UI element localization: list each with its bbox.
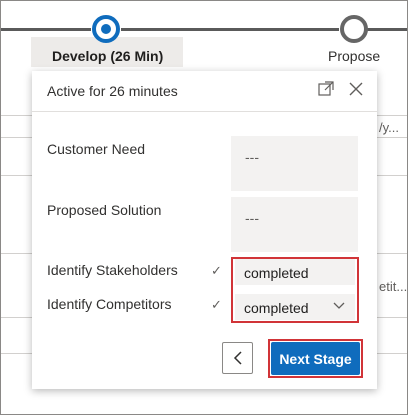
identify-competitors-value: completed [244, 300, 309, 316]
identify-stakeholders-field[interactable]: completed [235, 259, 355, 285]
proposed-solution-label: Proposed Solution [47, 202, 162, 218]
stage-propose-node[interactable] [340, 15, 368, 43]
stage-connector [121, 28, 339, 31]
chevron-down-icon [333, 302, 345, 309]
chevron-left-icon [233, 351, 242, 365]
stage-develop-node[interactable] [92, 15, 120, 43]
identify-stakeholders-label: Identify Stakeholders [47, 262, 178, 278]
identify-competitors-label: Identify Competitors [47, 296, 172, 312]
background-text-fragment: etit... [379, 279, 408, 294]
identify-competitors-select[interactable]: completed [235, 294, 355, 320]
background-text-fragment: /y... [379, 120, 399, 135]
stage-connector [1, 28, 91, 31]
customer-need-label: Customer Need [47, 141, 146, 157]
stage-propose-label[interactable]: Propose [328, 48, 380, 64]
stage-develop-label[interactable]: Develop (26 Min) [52, 48, 163, 64]
flyout-title: Active for 26 minutes [47, 83, 178, 99]
pop-out-icon[interactable] [316, 79, 336, 99]
previous-stage-button[interactable] [222, 342, 253, 374]
competitors-check-icon: ✓ [211, 297, 222, 312]
next-stage-button[interactable]: Next Stage [271, 342, 360, 375]
business-process-stage-bar: Develop (26 Min) Propose [1, 1, 407, 67]
customer-need-field[interactable]: --- [231, 136, 358, 191]
close-icon[interactable] [346, 79, 366, 99]
flyout-header: Active for 26 minutes [32, 71, 377, 112]
proposed-solution-field[interactable]: --- [231, 197, 358, 252]
stage-flyout: Active for 26 minutes Customer Need --- … [32, 71, 377, 389]
stakeholders-check-icon: ✓ [211, 263, 222, 278]
stage-connector [367, 28, 407, 31]
